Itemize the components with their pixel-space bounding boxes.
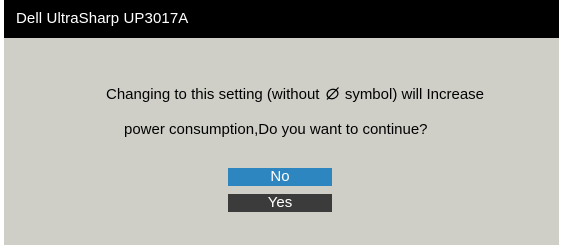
yes-button[interactable]: Yes <box>228 194 332 212</box>
message-text-before-symbol: Changing to this setting (without <box>106 86 320 103</box>
osd-dialog: Dell UltraSharp UP3017A Changing to this… <box>4 0 559 245</box>
title-bar: Dell UltraSharp UP3017A <box>4 0 559 38</box>
message-line-2: power consumption,Do you want to continu… <box>124 121 428 138</box>
message-text-after-symbol: symbol) will Increase <box>344 86 485 103</box>
no-button[interactable]: No <box>228 168 332 186</box>
window-title: Dell UltraSharp UP3017A <box>16 10 189 27</box>
message-line-1: Changing to this setting (without symbol… <box>106 86 484 103</box>
no-energy-symbol-icon <box>326 87 339 100</box>
